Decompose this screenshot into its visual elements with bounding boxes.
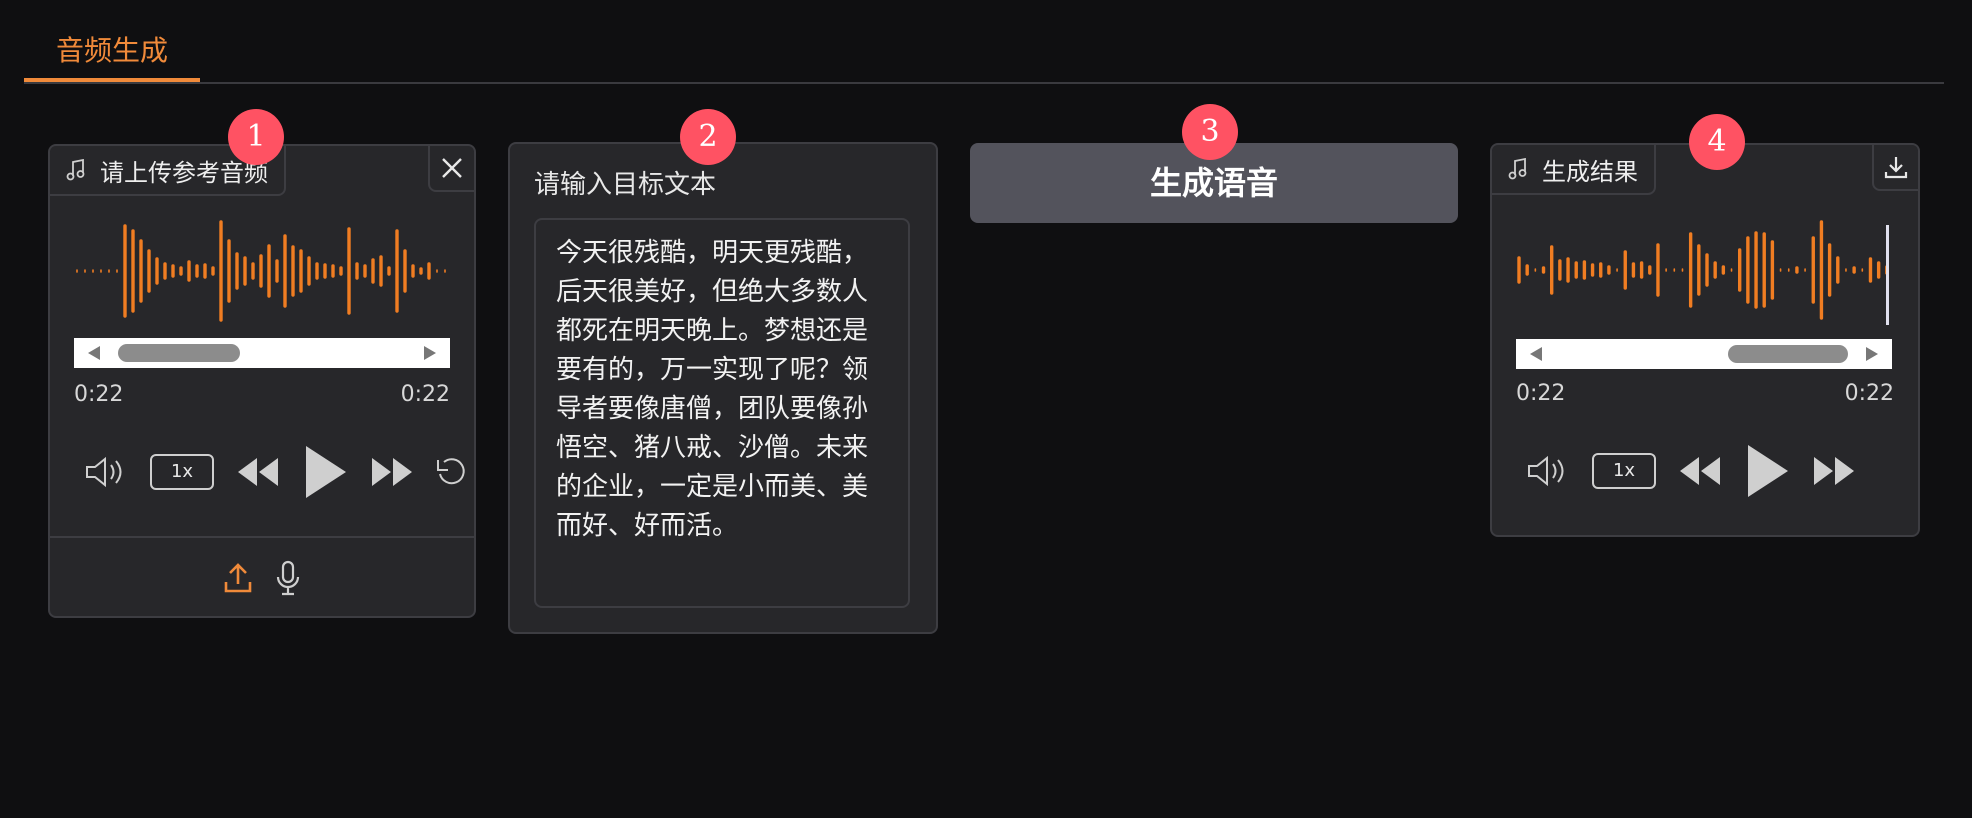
- playhead-cursor[interactable]: [1886, 225, 1889, 325]
- target-text-input[interactable]: 今天很残酷，明天更残酷，后天很美好，但绝大多数人都死在明天晚上。梦想还是要有的，…: [534, 218, 910, 608]
- music-note-icon: [66, 159, 85, 181]
- play-icon[interactable]: [302, 444, 348, 500]
- result-waveform[interactable]: [1516, 215, 1892, 325]
- tab-audio-generation[interactable]: 音频生成: [24, 30, 200, 82]
- volume-icon[interactable]: [84, 454, 128, 490]
- playback-controls: 1x: [1526, 441, 1918, 501]
- microphone-icon[interactable]: [275, 560, 301, 596]
- step-badge-1: 1: [228, 109, 284, 165]
- step-badge-3: 3: [1182, 104, 1238, 160]
- result-waveform-scrollbar[interactable]: [1516, 339, 1892, 369]
- download-button[interactable]: [1872, 145, 1918, 191]
- play-icon[interactable]: [1744, 443, 1790, 499]
- duration: 0:22: [1844, 381, 1894, 406]
- rewind-icon[interactable]: [1678, 455, 1722, 487]
- undo-icon[interactable]: [436, 456, 466, 488]
- playback-controls: 1x: [84, 442, 474, 502]
- rewind-icon[interactable]: [236, 456, 280, 488]
- scroll-right-icon[interactable]: [1866, 347, 1878, 361]
- current-time: 0:22: [74, 382, 124, 407]
- volume-icon[interactable]: [1526, 453, 1570, 489]
- scroll-thumb[interactable]: [118, 344, 240, 362]
- source-selector: [50, 538, 474, 616]
- result-audio-panel: 生成结果 0:22 0:22 1x: [1490, 143, 1920, 537]
- clear-audio-button[interactable]: [428, 146, 474, 192]
- reference-waveform[interactable]: [74, 216, 450, 326]
- fast-forward-icon[interactable]: [1812, 455, 1856, 487]
- target-text-panel: 请输入目标文本 今天很残酷，明天更残酷，后天很美好，但绝大多数人都死在明天晚上。…: [508, 142, 938, 634]
- playback-speed-button[interactable]: 1x: [150, 454, 214, 490]
- scroll-left-icon[interactable]: [88, 346, 100, 360]
- music-note-icon: [1508, 158, 1527, 180]
- target-text-title: 请输入目标文本: [534, 170, 717, 200]
- playback-speed-button[interactable]: 1x: [1592, 453, 1656, 489]
- fast-forward-icon[interactable]: [370, 456, 414, 488]
- tab-bar: 音频生成: [24, 0, 1944, 84]
- step-badge-2: 2: [680, 109, 736, 165]
- step-badge-4: 4: [1689, 114, 1745, 170]
- result-audio-label-tab: 生成结果: [1492, 145, 1656, 195]
- result-audio-label: 生成结果: [1542, 157, 1638, 186]
- reference-waveform-scrollbar[interactable]: [74, 338, 450, 368]
- duration: 0:22: [400, 382, 450, 407]
- active-tab-indicator: [24, 78, 200, 82]
- scroll-right-icon[interactable]: [424, 346, 436, 360]
- scroll-left-icon[interactable]: [1530, 347, 1542, 361]
- upload-icon[interactable]: [223, 562, 253, 594]
- close-icon: [442, 158, 462, 178]
- current-time: 0:22: [1516, 381, 1566, 406]
- scroll-thumb[interactable]: [1728, 345, 1848, 363]
- reference-audio-panel: 请上传参考音频 0:22 0:22 1x: [48, 144, 476, 618]
- tab-audio-generation-label: 音频生成: [55, 34, 168, 67]
- download-icon: [1884, 157, 1908, 179]
